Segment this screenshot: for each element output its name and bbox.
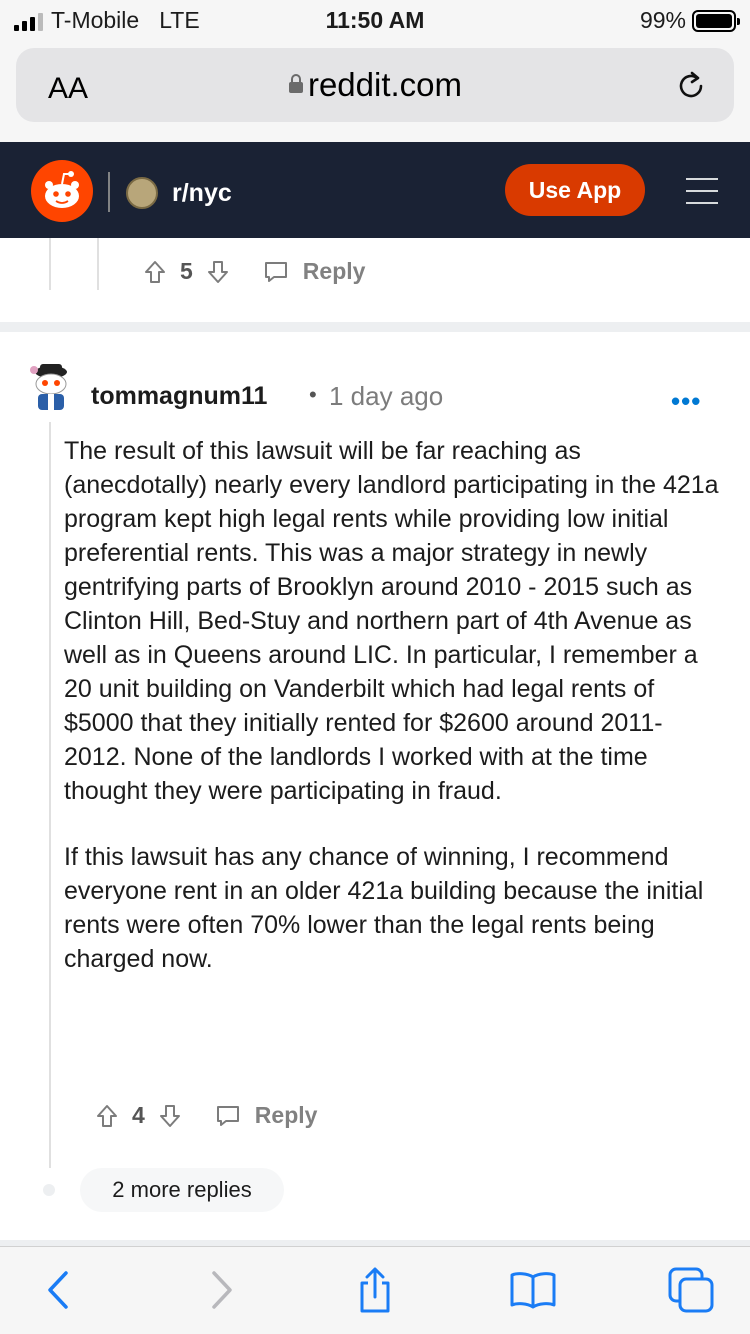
battery-fill <box>696 13 732 28</box>
hamburger-menu-icon[interactable] <box>686 178 718 204</box>
downvote-icon[interactable] <box>207 260 229 284</box>
comment-actions: 5 Reply <box>144 258 365 285</box>
comment-timestamp: 1 day ago <box>329 381 444 411</box>
book-icon[interactable] <box>508 1265 558 1315</box>
reddit-header: r/nyc Use App <box>0 142 750 238</box>
upvote-icon[interactable] <box>144 260 166 284</box>
chevron-right-icon[interactable] <box>196 1265 246 1315</box>
reply-label: Reply <box>302 258 366 284</box>
reddit-logo-icon[interactable] <box>31 160 93 222</box>
browser-address-area: AA reddit.com <box>0 42 750 142</box>
comment-bubble-icon <box>264 261 287 282</box>
header-divider <box>108 172 110 212</box>
battery-percent: 99% <box>639 7 686 33</box>
tabs-icon[interactable] <box>666 1265 716 1315</box>
battery-icon <box>692 9 740 32</box>
reply-button[interactable]: Reply <box>263 258 366 285</box>
thread-line[interactable] <box>49 422 51 1168</box>
comment-paragraph: The result of this lawsuit will be far r… <box>64 437 719 805</box>
reload-icon[interactable] <box>674 69 708 103</box>
browser-toolbar <box>0 1246 750 1334</box>
reply-button[interactable]: Reply <box>215 1102 318 1129</box>
downvote-icon[interactable] <box>159 1104 181 1128</box>
comment-username[interactable]: tommagnum11 <box>91 382 267 411</box>
status-bar: T-Mobile LTE 11:50 AM 99% <box>0 0 750 42</box>
lock-icon <box>288 74 303 94</box>
thread-line <box>97 238 99 290</box>
more-options-icon[interactable]: ••• <box>671 386 701 417</box>
address-bar[interactable]: AA reddit.com <box>16 48 734 122</box>
vote-count: 5 <box>180 258 193 284</box>
use-app-button[interactable]: Use App <box>505 164 645 216</box>
vote-count: 4 <box>132 1102 145 1128</box>
comment-bubble-icon <box>216 1105 239 1126</box>
comment-paragraph: If this lawsuit has any chance of winnin… <box>64 843 704 973</box>
clock: 11:50 AM <box>325 7 425 33</box>
comment-body: The result of this lawsuit will be far r… <box>64 434 724 976</box>
user-avatar[interactable] <box>26 360 76 418</box>
thread-line <box>49 238 51 290</box>
share-icon[interactable] <box>350 1265 400 1315</box>
battery-status: 99% <box>639 7 740 34</box>
subreddit-name[interactable]: r/nyc <box>172 179 232 208</box>
upvote-icon[interactable] <box>96 1104 118 1128</box>
reply-label: Reply <box>254 1102 318 1128</box>
subreddit-icon[interactable] <box>126 177 158 209</box>
url-text: reddit.com <box>307 66 463 103</box>
more-replies-button[interactable]: 2 more replies <box>80 1168 284 1212</box>
thread-end-dot <box>43 1184 55 1196</box>
comment-actions: 4 Reply <box>96 1102 317 1129</box>
section-divider <box>0 322 750 332</box>
url-display[interactable]: reddit.com <box>16 66 734 104</box>
previous-comment-actions: 5 Reply <box>0 238 750 324</box>
chevron-left-icon[interactable] <box>34 1265 84 1315</box>
meta-separator: • <box>309 382 317 407</box>
comment: tommagnum11 • 1 day ago ••• The result o… <box>0 332 750 1240</box>
